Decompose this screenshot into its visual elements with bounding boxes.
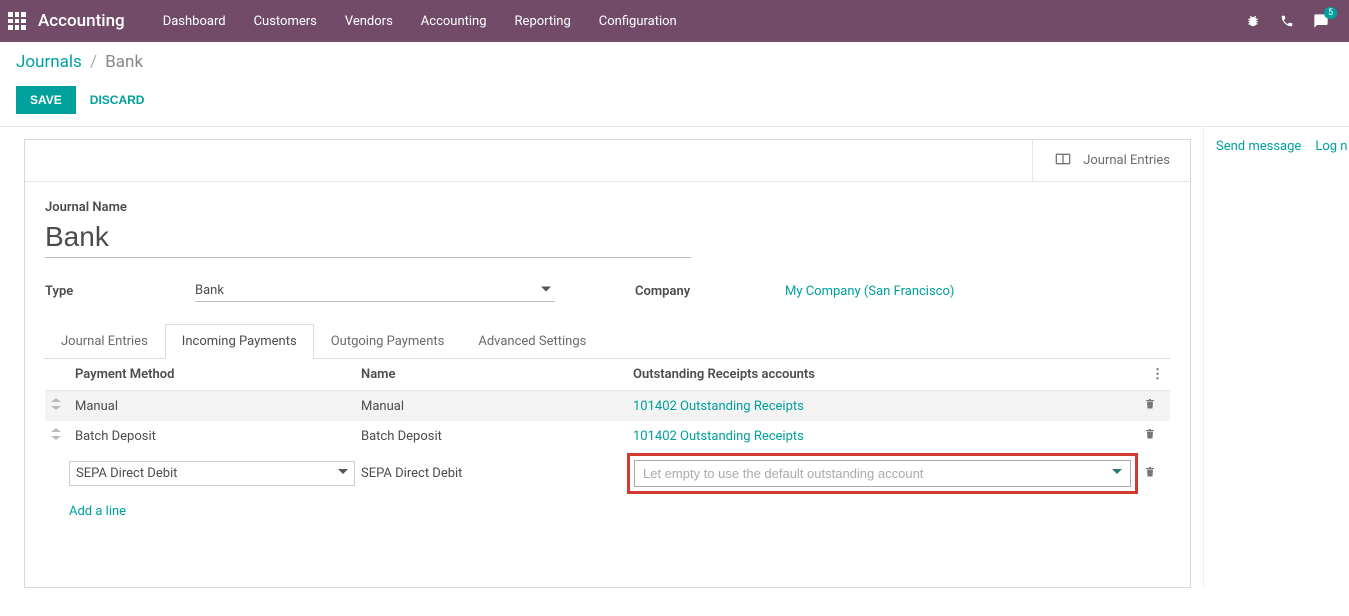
tab-advanced-settings[interactable]: Advanced Settings (461, 324, 603, 358)
outstanding-account-input-wrap (634, 460, 1131, 487)
nav-dashboard[interactable]: Dashboard (149, 14, 240, 29)
book-icon (1053, 151, 1073, 171)
message-badge: 5 (1324, 7, 1337, 19)
send-message-button[interactable]: Send message (1216, 139, 1301, 588)
payment-methods-table: Payment Method Name Outstanding Receipts… (45, 359, 1170, 587)
caret-down-icon (541, 283, 551, 298)
sheet-body: Journal Name Type Bank Company (25, 182, 1190, 587)
tab-incoming-payments[interactable]: Incoming Payments (165, 324, 314, 359)
company-field: Company My Company (San Francisco) (635, 280, 954, 302)
cell-name: Manual (355, 391, 627, 422)
chatter: Send message Log n (1203, 127, 1349, 588)
table-row-editing: SEPA Direct Debit SEPA Direct Debit (45, 451, 1170, 496)
breadcrumb-sep: / (90, 52, 97, 72)
outstanding-account-highlight (627, 453, 1138, 494)
table-row[interactable]: Manual Manual 101402 Outstanding Receipt… (45, 391, 1170, 422)
action-buttons: SAVE DISCARD (16, 86, 1333, 114)
th-name: Name (355, 359, 627, 391)
breadcrumb-current: Bank (105, 52, 143, 72)
tab-journal-entries[interactable]: Journal Entries (44, 324, 165, 358)
cell-name: Batch Deposit (355, 421, 627, 451)
add-line-row: Add a line (45, 496, 1170, 527)
nav-customers[interactable]: Customers (240, 14, 331, 29)
add-line-button[interactable]: Add a line (69, 496, 1170, 527)
stat-bar: Journal Entries (25, 140, 1190, 182)
cell-name: SEPA Direct Debit (355, 451, 627, 496)
nav-accounting[interactable]: Accounting (407, 14, 501, 29)
form-area: Journal Entries Journal Name Type Bank (0, 127, 1203, 588)
nav-right: 5 (1245, 13, 1341, 29)
bug-icon[interactable] (1245, 13, 1261, 29)
form-sheet: Journal Entries Journal Name Type Bank (24, 139, 1191, 588)
caret-down-icon[interactable] (1104, 466, 1130, 481)
tab-outgoing-payments[interactable]: Outgoing Payments (314, 324, 462, 358)
journal-entries-stat-button[interactable]: Journal Entries (1032, 140, 1190, 181)
type-select[interactable]: Bank (195, 280, 555, 302)
save-button[interactable]: SAVE (16, 86, 76, 114)
company-label: Company (635, 284, 785, 299)
journal-name-input[interactable] (45, 219, 691, 258)
nav-menu: Dashboard Customers Vendors Accounting R… (149, 14, 691, 29)
trash-icon[interactable] (1144, 400, 1156, 415)
cell-account[interactable]: 101402 Outstanding Receipts (627, 391, 1138, 422)
pm-value: SEPA Direct Debit (76, 466, 177, 481)
breadcrumb-parent[interactable]: Journals (16, 52, 82, 72)
cell-account[interactable]: 101402 Outstanding Receipts (627, 421, 1138, 451)
phone-icon[interactable] (1279, 13, 1295, 29)
type-value: Bank (195, 283, 224, 298)
th-account: Outstanding Receipts accounts (627, 359, 1138, 391)
th-handle (45, 359, 69, 391)
stat-label: Journal Entries (1083, 153, 1170, 168)
nav-configuration[interactable]: Configuration (585, 14, 691, 29)
th-payment-method: Payment Method (69, 359, 355, 391)
cell-pm: Manual (69, 391, 355, 422)
messaging-icon[interactable]: 5 (1313, 13, 1329, 29)
drag-handle-icon[interactable] (45, 451, 69, 496)
main-wrapper: Journal Entries Journal Name Type Bank (0, 127, 1349, 588)
type-label: Type (45, 284, 195, 299)
cell-pm: Batch Deposit (69, 421, 355, 451)
field-row: Type Bank Company My Company (San Franci… (45, 280, 1170, 302)
apps-icon[interactable] (8, 12, 26, 30)
type-field: Type Bank (45, 280, 555, 302)
outstanding-account-input[interactable] (635, 461, 1104, 486)
trash-icon[interactable] (1144, 430, 1156, 445)
trash-icon[interactable] (1144, 468, 1156, 483)
navbar: Accounting Dashboard Customers Vendors A… (0, 0, 1349, 42)
log-note-button[interactable]: Log n (1315, 139, 1347, 588)
th-options: ⋮ (1138, 359, 1170, 391)
table-row[interactable]: Batch Deposit Batch Deposit 101402 Outst… (45, 421, 1170, 451)
company-value[interactable]: My Company (San Francisco) (785, 284, 954, 299)
tabs: Journal Entries Incoming Payments Outgoi… (44, 324, 1170, 359)
app-title: Accounting (38, 11, 125, 31)
caret-down-icon (338, 466, 348, 481)
kebab-icon[interactable]: ⋮ (1151, 367, 1164, 382)
breadcrumb: Journals / Bank (16, 52, 1333, 72)
drag-handle-icon[interactable] (45, 391, 69, 422)
drag-handle-icon[interactable] (45, 421, 69, 451)
control-panel: Journals / Bank SAVE DISCARD (0, 42, 1349, 127)
nav-vendors[interactable]: Vendors (331, 14, 407, 29)
payment-method-select[interactable]: SEPA Direct Debit (69, 461, 355, 486)
journal-name-label: Journal Name (45, 200, 1170, 215)
nav-reporting[interactable]: Reporting (501, 14, 585, 29)
discard-button[interactable]: DISCARD (90, 93, 145, 107)
